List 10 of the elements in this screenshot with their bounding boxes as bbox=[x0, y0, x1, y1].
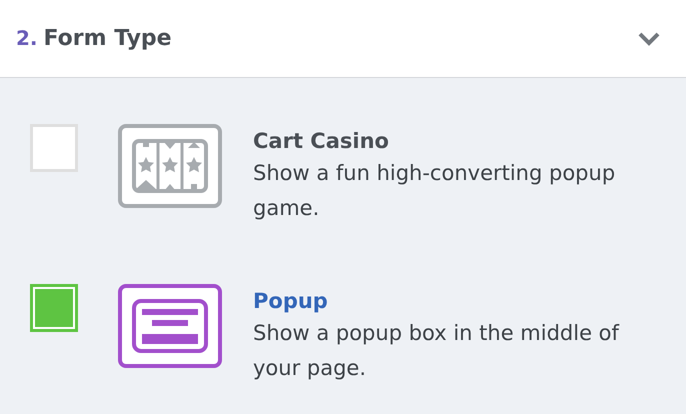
chevron-icon[interactable] bbox=[638, 32, 660, 46]
option-description: Show a popup box in the middle of your page. bbox=[253, 320, 620, 382]
section-title: Form Type bbox=[44, 26, 172, 51]
step-number: 2. bbox=[16, 26, 38, 50]
checkbox[interactable] bbox=[30, 284, 78, 332]
option-title[interactable]: Popup bbox=[253, 286, 633, 316]
slot-machine-icon bbox=[118, 124, 222, 208]
popup-window-icon bbox=[118, 284, 222, 368]
option-description: Show a fun high-converting popup game. bbox=[253, 160, 616, 222]
option-title[interactable]: Cart Casino bbox=[253, 126, 633, 156]
